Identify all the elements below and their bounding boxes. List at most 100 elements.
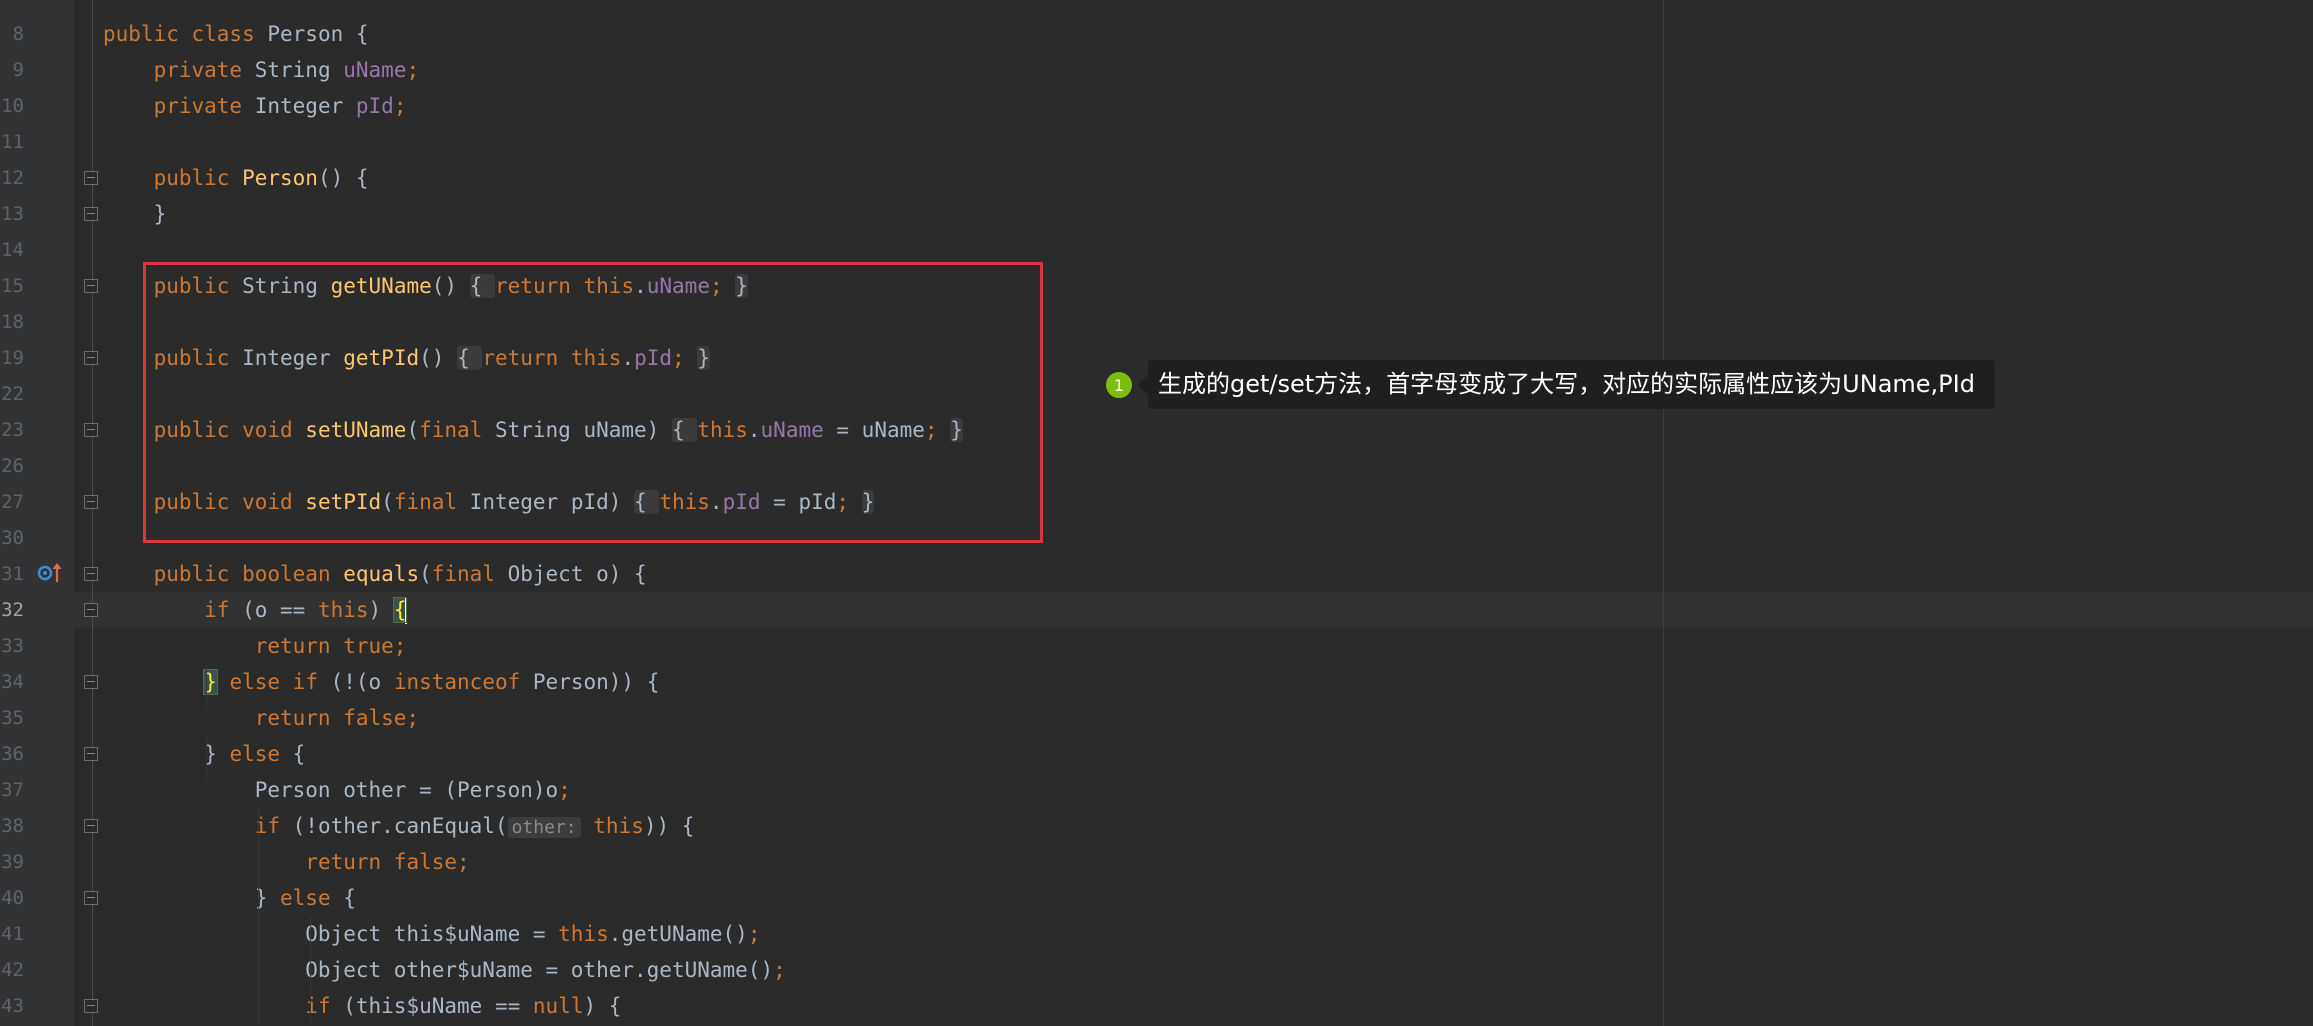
fold-marker-icon[interactable]: [84, 603, 98, 617]
line-number[interactable]: 43: [0, 988, 24, 1024]
code-token: Object other$uName = other.getUName(): [103, 958, 774, 982]
code-line[interactable]: } else {: [103, 736, 305, 772]
code-token: )) {: [643, 814, 695, 838]
fold-marker-icon[interactable]: [84, 747, 98, 761]
line-number[interactable]: 9: [0, 52, 24, 88]
line-number[interactable]: 35: [0, 700, 24, 736]
code-token: ;: [393, 94, 407, 118]
code-line[interactable]: public class Person {: [103, 16, 369, 52]
line-number[interactable]: 30: [0, 520, 24, 556]
line-number[interactable]: 33: [0, 628, 24, 664]
code-token: public: [153, 166, 243, 190]
code-line[interactable]: Object other$uName = other.getUName();: [103, 952, 786, 988]
line-number[interactable]: 23: [0, 412, 24, 448]
code-line[interactable]: if (this$uName == null) {: [103, 988, 621, 1024]
annotation-callout: 生成的get/set方法，首字母变成了大写，对应的实际属性应该为UName,PI…: [1138, 360, 1995, 409]
code-line[interactable]: } else {: [103, 880, 356, 916]
code-token: final: [431, 562, 508, 586]
code-token: Person: [242, 166, 318, 190]
line-number[interactable]: 10: [0, 88, 24, 124]
code-line[interactable]: return true;: [103, 628, 407, 664]
line-number[interactable]: 12: [0, 160, 24, 196]
fold-marker-icon[interactable]: [84, 999, 98, 1013]
code-line[interactable]: Person other = (Person)o;: [103, 772, 571, 808]
code-line[interactable]: if (o == this) {: [103, 592, 408, 628]
line-number[interactable]: 41: [0, 916, 24, 952]
code-token: if: [204, 598, 243, 622]
code-line[interactable]: public boolean equals(final Object o) {: [103, 556, 647, 592]
code-token: if: [254, 814, 293, 838]
code-token: return false;: [305, 850, 470, 874]
line-number[interactable]: 37: [0, 772, 24, 808]
code-token: (!other.canEqual(: [292, 814, 508, 838]
code-line[interactable]: private Integer pId;: [103, 88, 407, 124]
line-number[interactable]: 22: [0, 376, 24, 412]
code-token: () {: [317, 166, 369, 190]
indent-guide: [206, 664, 207, 710]
code-token: .getUName(): [608, 922, 748, 946]
fold-marker-icon[interactable]: [84, 495, 98, 509]
code-token: this: [317, 598, 369, 622]
code-editor[interactable]: 8 public class Person {9 private String u…: [0, 0, 2313, 1026]
code-token: private: [153, 58, 255, 82]
line-number[interactable]: 32: [0, 592, 24, 628]
annotation-highlight-box: [143, 262, 1043, 543]
line-number[interactable]: 42: [0, 952, 24, 988]
fold-marker-icon[interactable]: [84, 675, 98, 689]
override-method-icon[interactable]: [36, 562, 64, 584]
code-token: (: [419, 562, 432, 586]
code-token: {: [292, 742, 306, 766]
line-number[interactable]: 8: [0, 16, 24, 52]
fold-marker-icon[interactable]: [84, 279, 98, 293]
line-number[interactable]: 39: [0, 844, 24, 880]
code-token: private: [153, 94, 255, 118]
code-line[interactable]: public Person() {: [103, 160, 369, 196]
code-token: Person {: [267, 22, 369, 46]
code-line[interactable]: return false;: [103, 700, 419, 736]
code-token: else: [280, 886, 344, 910]
code-line[interactable]: Object this$uName = this.getUName();: [103, 916, 760, 952]
line-number[interactable]: 27: [0, 484, 24, 520]
line-number[interactable]: 26: [0, 448, 24, 484]
line-number[interactable]: 13: [0, 196, 24, 232]
line-number[interactable]: 36: [0, 736, 24, 772]
fold-marker-icon[interactable]: [84, 891, 98, 905]
fold-marker-icon[interactable]: [84, 351, 98, 365]
line-number[interactable]: 11: [0, 124, 24, 160]
indent-guide: [206, 736, 207, 782]
code-line[interactable]: }: [103, 196, 167, 232]
line-number[interactable]: 18: [0, 304, 24, 340]
code-token: }: [103, 742, 230, 766]
code-token: public class: [103, 22, 268, 46]
line-number[interactable]: 14: [0, 232, 24, 268]
line-number[interactable]: 31: [0, 556, 24, 592]
indent-guide: [258, 880, 259, 926]
right-margin-guide: [1663, 0, 1664, 1026]
code-line[interactable]: return false;: [103, 844, 470, 880]
fold-marker-icon[interactable]: [84, 207, 98, 221]
code-token: else: [229, 742, 293, 766]
code-line[interactable]: } else if (!(o instanceof Person)) {: [103, 664, 659, 700]
code-token: return true;: [254, 634, 407, 658]
code-token: equals: [343, 562, 420, 586]
code-token: instanceof: [393, 670, 533, 694]
code-token: ;: [773, 958, 786, 982]
code-line[interactable]: private String uName;: [103, 52, 420, 88]
code-line[interactable]: if (!other.canEqual(other: this)) {: [103, 808, 694, 844]
line-number[interactable]: 19: [0, 340, 24, 376]
line-number[interactable]: 15: [0, 268, 24, 304]
fold-marker-icon[interactable]: [84, 819, 98, 833]
line-number[interactable]: 38: [0, 808, 24, 844]
fold-marker-icon[interactable]: [84, 567, 98, 581]
line-number[interactable]: 40: [0, 880, 24, 916]
fold-marker-icon[interactable]: [84, 423, 98, 437]
fold-column-divider: [92, 0, 93, 1026]
line-number[interactable]: 34: [0, 664, 24, 700]
fold-marker-icon[interactable]: [84, 171, 98, 185]
